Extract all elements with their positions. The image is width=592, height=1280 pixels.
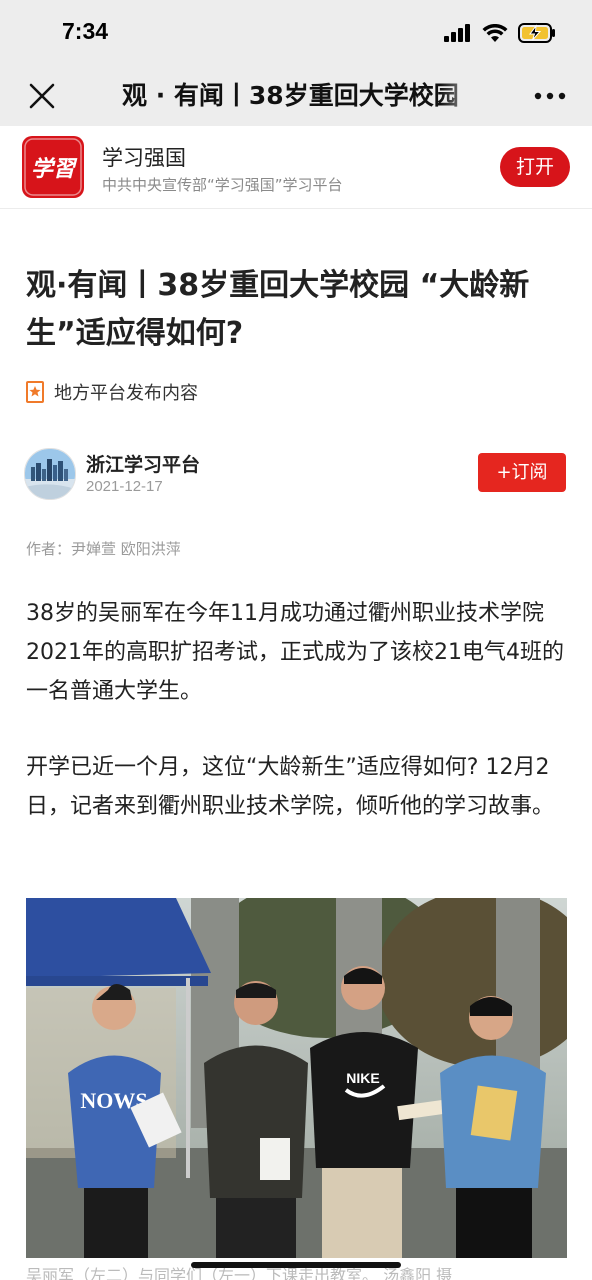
more-icon[interactable] — [534, 84, 566, 108]
wifi-icon — [482, 23, 508, 42]
app-logo-text: 学習 — [31, 156, 78, 182]
article-paragraph-1: 38岁的吴丽军在今年11月成功通过衢州职业技术学院2021年的高职扩招考试，正式… — [26, 601, 564, 704]
nav-title-fade — [440, 78, 488, 114]
source-label: 地方平台发布内容 — [54, 383, 198, 404]
article-paragraph-2: 开学已近一个月，这位“大龄新生”适应得如何? 12月2日，记者来到衢州职业技术学… — [26, 755, 555, 819]
app-logo-mark: 学習 — [24, 138, 82, 196]
home-indicator[interactable] — [191, 1262, 401, 1268]
publish-date: 2021-12-17 — [86, 478, 163, 495]
students-walking-image: NOWS NIKE — [26, 898, 567, 1258]
app-name: 学习强国 — [102, 146, 186, 170]
status-icons — [444, 22, 556, 44]
star-badge-icon — [26, 381, 44, 403]
article-photo[interactable]: NOWS NIKE — [26, 898, 567, 1258]
signal-icon — [444, 24, 470, 42]
brand-text: NIKE — [346, 1070, 379, 1086]
app-description: 中共中央宣传部“学习强国”学习平台 — [102, 176, 343, 194]
author-avatar[interactable] — [24, 448, 76, 500]
byline: 作者：尹婵萱 欧阳洪萍 — [26, 540, 181, 558]
subscribe-button[interactable]: +订阅 — [478, 453, 566, 492]
article-title: 观·有闻丨38岁重回大学校园 “大龄新生”适应得如何? — [26, 268, 530, 351]
battery-charging-icon — [518, 23, 555, 43]
app-banner[interactable]: 学習 学习强国 中共中央宣传部“学习强国”学习平台 打开 — [0, 126, 592, 209]
open-app-button[interactable]: 打开 — [500, 147, 570, 187]
nav-bar: 观 · 有闻丨38岁重回大学校园 — [0, 66, 592, 126]
status-bar: 7:34 — [0, 0, 592, 66]
app-logo: 学習 — [22, 136, 84, 198]
status-time: 7:34 — [62, 18, 109, 44]
source-label-row: 地方平台发布内容 — [26, 378, 198, 406]
nav-title: 观 · 有闻丨38岁重回大学校园 — [122, 81, 459, 110]
author-name[interactable]: 浙江学习平台 — [86, 450, 200, 477]
author-avatar-image — [25, 449, 75, 499]
close-icon[interactable] — [26, 80, 58, 112]
